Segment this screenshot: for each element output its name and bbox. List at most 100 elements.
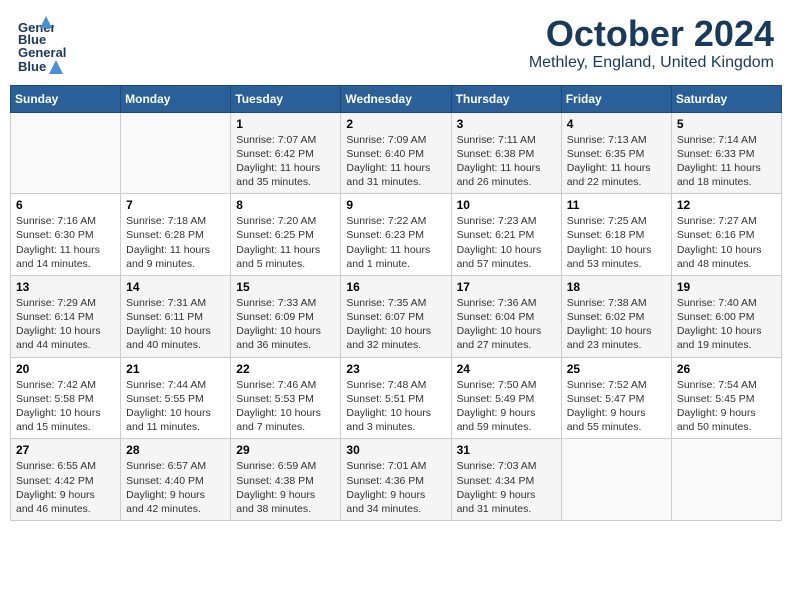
week-row-2: 6 Sunrise: 7:16 AMSunset: 6:30 PMDaylight… — [11, 194, 782, 276]
day-info: Sunrise: 7:22 AMSunset: 6:23 PMDaylight:… — [346, 214, 445, 271]
day-number: 31 — [457, 443, 556, 457]
day-info: Sunrise: 7:29 AMSunset: 6:14 PMDaylight:… — [16, 296, 115, 353]
day-number: 21 — [126, 362, 225, 376]
calendar-cell: 10 Sunrise: 7:23 AMSunset: 6:21 PMDayligh… — [451, 194, 561, 276]
day-header-monday: Monday — [121, 85, 231, 112]
day-number: 4 — [567, 117, 666, 131]
day-number: 8 — [236, 198, 335, 212]
calendar-cell: 17 Sunrise: 7:36 AMSunset: 6:04 PMDayligh… — [451, 275, 561, 357]
day-info: Sunrise: 7:50 AMSunset: 5:49 PMDaylight:… — [457, 378, 556, 435]
calendar-cell: 27 Sunrise: 6:55 AMSunset: 4:42 PMDayligh… — [11, 439, 121, 521]
location: Methley, England, United Kingdom — [529, 54, 774, 72]
calendar-cell: 11Sunrise: 7:25 AMSunset: 6:18 PMDayligh… — [561, 194, 671, 276]
day-number: 16 — [346, 280, 445, 294]
calendar-cell: 30Sunrise: 7:01 AMSunset: 4:36 PMDayligh… — [341, 439, 451, 521]
calendar-cell: 4 Sunrise: 7:13 AMSunset: 6:35 PMDaylight… — [561, 112, 671, 194]
day-header-friday: Friday — [561, 85, 671, 112]
calendar-cell: 12Sunrise: 7:27 AMSunset: 6:16 PMDayligh… — [671, 194, 781, 276]
calendar-cell: 3 Sunrise: 7:11 AMSunset: 6:38 PMDaylight… — [451, 112, 561, 194]
day-header-tuesday: Tuesday — [231, 85, 341, 112]
logo-line2: Blue — [18, 60, 66, 74]
day-info: Sunrise: 6:55 AMSunset: 4:42 PMDaylight:… — [16, 459, 115, 516]
calendar-cell — [121, 112, 231, 194]
day-info: Sunrise: 7:36 AMSunset: 6:04 PMDaylight:… — [457, 296, 556, 353]
day-info: Sunrise: 6:59 AMSunset: 4:38 PMDaylight:… — [236, 459, 335, 516]
calendar-cell: 28 Sunrise: 6:57 AMSunset: 4:40 PMDayligh… — [121, 439, 231, 521]
day-info: Sunrise: 7:35 AMSunset: 6:07 PMDaylight:… — [346, 296, 445, 353]
calendar-cell: 24 Sunrise: 7:50 AMSunset: 5:49 PMDayligh… — [451, 357, 561, 439]
calendar-cell: 9Sunrise: 7:22 AMSunset: 6:23 PMDaylight… — [341, 194, 451, 276]
day-info: Sunrise: 7:23 AMSunset: 6:21 PMDaylight:… — [457, 214, 556, 271]
calendar-cell: 19 Sunrise: 7:40 AMSunset: 6:00 PMDayligh… — [671, 275, 781, 357]
day-number: 26 — [677, 362, 776, 376]
day-number: 7 — [126, 198, 225, 212]
day-info: Sunrise: 7:01 AMSunset: 4:36 PMDaylight:… — [346, 459, 445, 516]
calendar-cell — [561, 439, 671, 521]
day-info: Sunrise: 7:40 AMSunset: 6:00 PMDaylight:… — [677, 296, 776, 353]
calendar-cell: 21Sunrise: 7:44 AMSunset: 5:55 PMDayligh… — [121, 357, 231, 439]
calendar-cell: 6 Sunrise: 7:16 AMSunset: 6:30 PMDaylight… — [11, 194, 121, 276]
day-number: 28 — [126, 443, 225, 457]
day-info: Sunrise: 7:42 AMSunset: 5:58 PMDaylight:… — [16, 378, 115, 435]
calendar-cell: 25 Sunrise: 7:52 AMSunset: 5:47 PMDayligh… — [561, 357, 671, 439]
day-number: 3 — [457, 117, 556, 131]
day-info: Sunrise: 6:57 AMSunset: 4:40 PMDaylight:… — [126, 459, 225, 516]
day-number: 10 — [457, 198, 556, 212]
logo-bird-icon — [49, 60, 63, 74]
day-info: Sunrise: 7:52 AMSunset: 5:47 PMDaylight:… — [567, 378, 666, 435]
calendar-cell: 5 Sunrise: 7:14 AMSunset: 6:33 PMDaylight… — [671, 112, 781, 194]
day-number: 24 — [457, 362, 556, 376]
day-number: 15 — [236, 280, 335, 294]
day-number: 19 — [677, 280, 776, 294]
week-row-5: 27 Sunrise: 6:55 AMSunset: 4:42 PMDayligh… — [11, 439, 782, 521]
day-info: Sunrise: 7:48 AMSunset: 5:51 PMDaylight:… — [346, 378, 445, 435]
day-info: Sunrise: 7:14 AMSunset: 6:33 PMDaylight:… — [677, 133, 776, 190]
header: General Blue General Blue October 2024 M… — [10, 10, 782, 79]
calendar-cell: 31Sunrise: 7:03 AMSunset: 4:34 PMDayligh… — [451, 439, 561, 521]
calendar-cell: 15 Sunrise: 7:33 AMSunset: 6:09 PMDayligh… — [231, 275, 341, 357]
day-header-saturday: Saturday — [671, 85, 781, 112]
day-number: 22 — [236, 362, 335, 376]
title-block: October 2024 Methley, England, United Ki… — [529, 14, 774, 72]
day-info: Sunrise: 7:54 AMSunset: 5:45 PMDaylight:… — [677, 378, 776, 435]
day-info: Sunrise: 7:38 AMSunset: 6:02 PMDaylight:… — [567, 296, 666, 353]
day-info: Sunrise: 7:33 AMSunset: 6:09 PMDaylight:… — [236, 296, 335, 353]
calendar-cell: 7 Sunrise: 7:18 AMSunset: 6:28 PMDaylight… — [121, 194, 231, 276]
day-number: 6 — [16, 198, 115, 212]
day-info: Sunrise: 7:18 AMSunset: 6:28 PMDaylight:… — [126, 214, 225, 271]
day-info: Sunrise: 7:27 AMSunset: 6:16 PMDaylight:… — [677, 214, 776, 271]
day-info: Sunrise: 7:25 AMSunset: 6:18 PMDaylight:… — [567, 214, 666, 271]
day-number: 13 — [16, 280, 115, 294]
day-info: Sunrise: 7:16 AMSunset: 6:30 PMDaylight:… — [16, 214, 115, 271]
calendar-cell: 14Sunrise: 7:31 AMSunset: 6:11 PMDayligh… — [121, 275, 231, 357]
day-header-wednesday: Wednesday — [341, 85, 451, 112]
logo: General Blue General Blue — [18, 14, 66, 75]
calendar-cell: 26 Sunrise: 7:54 AMSunset: 5:45 PMDayligh… — [671, 357, 781, 439]
day-header-sunday: Sunday — [11, 85, 121, 112]
day-number: 5 — [677, 117, 776, 131]
day-number: 27 — [16, 443, 115, 457]
calendar-cell: 23 Sunrise: 7:48 AMSunset: 5:51 PMDayligh… — [341, 357, 451, 439]
day-info: Sunrise: 7:09 AMSunset: 6:40 PMDaylight:… — [346, 133, 445, 190]
day-number: 29 — [236, 443, 335, 457]
day-number: 2 — [346, 117, 445, 131]
calendar-cell: 13 Sunrise: 7:29 AMSunset: 6:14 PMDayligh… — [11, 275, 121, 357]
calendar: SundayMondayTuesdayWednesdayThursdayFrid… — [10, 85, 782, 521]
calendar-cell: 16 Sunrise: 7:35 AMSunset: 6:07 PMDayligh… — [341, 275, 451, 357]
day-number: 23 — [346, 362, 445, 376]
svg-text:Blue: Blue — [18, 32, 46, 47]
day-number: 18 — [567, 280, 666, 294]
day-number: 17 — [457, 280, 556, 294]
month-title: October 2024 — [529, 14, 774, 54]
day-info: Sunrise: 7:46 AMSunset: 5:53 PMDaylight:… — [236, 378, 335, 435]
day-info: Sunrise: 7:20 AMSunset: 6:25 PMDaylight:… — [236, 214, 335, 271]
day-number: 25 — [567, 362, 666, 376]
calendar-cell: 8 Sunrise: 7:20 AMSunset: 6:25 PMDaylight… — [231, 194, 341, 276]
day-info: Sunrise: 7:13 AMSunset: 6:35 PMDaylight:… — [567, 133, 666, 190]
day-info: Sunrise: 7:31 AMSunset: 6:11 PMDaylight:… — [126, 296, 225, 353]
calendar-cell: 29 Sunrise: 6:59 AMSunset: 4:38 PMDayligh… — [231, 439, 341, 521]
day-info: Sunrise: 7:11 AMSunset: 6:38 PMDaylight:… — [457, 133, 556, 190]
calendar-cell: 18 Sunrise: 7:38 AMSunset: 6:02 PMDayligh… — [561, 275, 671, 357]
calendar-header: SundayMondayTuesdayWednesdayThursdayFrid… — [11, 85, 782, 112]
day-number: 1 — [236, 117, 335, 131]
